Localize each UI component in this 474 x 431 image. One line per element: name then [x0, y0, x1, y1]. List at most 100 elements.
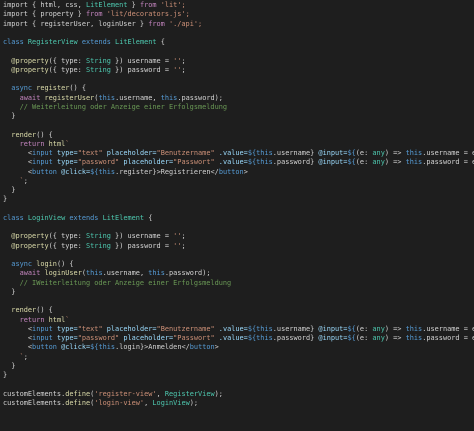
code-line: }	[0, 186, 474, 195]
code-token: LitElement	[85, 1, 128, 9]
code-token: ;	[23, 176, 28, 185]
code-token: );	[214, 389, 223, 398]
code-line: }	[0, 288, 474, 297]
code-token: .value=	[214, 324, 248, 333]
code-line: import { property } from 'lit/decorators…	[0, 10, 474, 19]
code-token: }	[3, 195, 8, 204]
code-token: .username = e.target.value}	[422, 324, 474, 333]
code-token: .password}	[272, 158, 315, 167]
code-line: }	[0, 195, 474, 204]
code-token: ${	[347, 334, 356, 342]
code-token: ({ type:	[48, 65, 86, 74]
code-line: import { registerUser, loginUser } from …	[0, 20, 474, 29]
code-token: @click=	[56, 343, 91, 352]
code-token: // IWeiterleitung oder Anzeige einer Erf…	[3, 278, 232, 287]
code-token: await	[3, 93, 45, 102]
code-token: String	[85, 56, 111, 65]
code-token: placeholder=	[102, 324, 157, 333]
code-line: @property({ type: String }) username = '…	[0, 57, 474, 66]
code-token: .password);	[164, 269, 211, 278]
code-token: ({ type:	[48, 232, 86, 241]
code-token: LitElement	[102, 213, 145, 222]
code-token: `	[3, 352, 24, 361]
code-token: .value=	[214, 149, 248, 157]
code-token: .password}	[272, 334, 315, 342]
code-token: @input=	[314, 149, 348, 157]
code-token: "Passwort"	[173, 158, 215, 167]
code-token: html	[48, 139, 66, 148]
code-token: placeholder=	[102, 149, 157, 157]
code-token: RegisterView	[164, 389, 215, 398]
code-token: return	[3, 315, 49, 324]
code-token: this	[256, 334, 273, 342]
code-token: ${	[347, 324, 356, 333]
code-token: button	[218, 167, 244, 176]
code-token: this	[86, 269, 103, 278]
code-token: loginUser	[44, 269, 82, 278]
code-token: async	[3, 260, 37, 268]
code-line: <input type="password" placeholder="Pass…	[0, 158, 474, 167]
code-line: // Weiterleitung oder Anzeige einer Erfo…	[0, 103, 474, 112]
code-token: );	[189, 398, 199, 407]
code-token: @property	[3, 232, 49, 241]
code-line: `;	[0, 353, 474, 362]
code-line: class LoginView extends LitElement {	[0, 214, 474, 223]
code-line: @property({ type: String }) password = '…	[0, 242, 474, 251]
code-token: button	[189, 343, 215, 352]
code-line: <button @click=${this.register}>Registri…	[0, 168, 474, 177]
code-token: <	[3, 343, 33, 352]
code-token: this	[148, 269, 165, 278]
code-token: }	[3, 186, 16, 194]
code-token: 'lit';	[156, 1, 186, 9]
code-token: String	[85, 241, 111, 250]
code-line: <input type="password" placeholder="Pass…	[0, 334, 474, 343]
code-token: ;	[181, 241, 186, 250]
code-token: "Passwort"	[173, 334, 215, 342]
code-token: `	[65, 139, 70, 148]
code-token: async	[3, 84, 37, 93]
code-token: class	[3, 213, 28, 222]
code-token: 'login-view'	[94, 398, 145, 407]
code-token: ${	[247, 158, 257, 167]
code-token: "password"	[77, 334, 120, 342]
code-token: }	[3, 371, 8, 379]
code-token: <	[3, 167, 33, 176]
code-token: @property	[3, 56, 49, 65]
code-token: ${	[347, 149, 356, 157]
code-token: registerUser	[44, 93, 95, 102]
code-token: ({ type:	[48, 56, 86, 65]
code-line: }	[0, 112, 474, 121]
code-line: <button @click=${this.login}>Anmelden</b…	[0, 343, 474, 352]
code-token: placeholder=	[119, 158, 174, 167]
code-line: <input type="text" placeholder="Benutzer…	[0, 325, 474, 334]
code-token: "text"	[77, 149, 103, 157]
code-token: this	[405, 158, 423, 167]
code-token: type=	[52, 149, 78, 157]
code-line: await registerUser(this.username, this.p…	[0, 94, 474, 103]
code-token: button	[32, 343, 57, 352]
code-token: .value=	[214, 158, 248, 167]
code-token: this	[160, 93, 178, 102]
code-token: any	[372, 158, 385, 167]
code-line: }	[0, 362, 474, 371]
code-token: this	[98, 167, 116, 176]
code-token: ${	[247, 334, 257, 342]
code-token: ) =>	[384, 334, 406, 342]
code-token: >	[214, 343, 219, 352]
code-token: .username}	[272, 149, 315, 157]
code-token: type=	[52, 334, 78, 342]
code-token: type=	[52, 324, 78, 333]
code-token: import { property }	[3, 10, 86, 19]
code-token: ) =>	[384, 158, 406, 167]
code-line: // IWeiterleitung oder Anzeige einer Erf…	[0, 279, 474, 288]
code-token: LitElement	[115, 38, 157, 46]
code-token: @input=	[314, 324, 348, 333]
code-line: import { html, css, LitElement } from 'l…	[0, 1, 474, 10]
code-editor[interactable]: import { html, css, LitElement } from 'l…	[0, 0, 474, 431]
